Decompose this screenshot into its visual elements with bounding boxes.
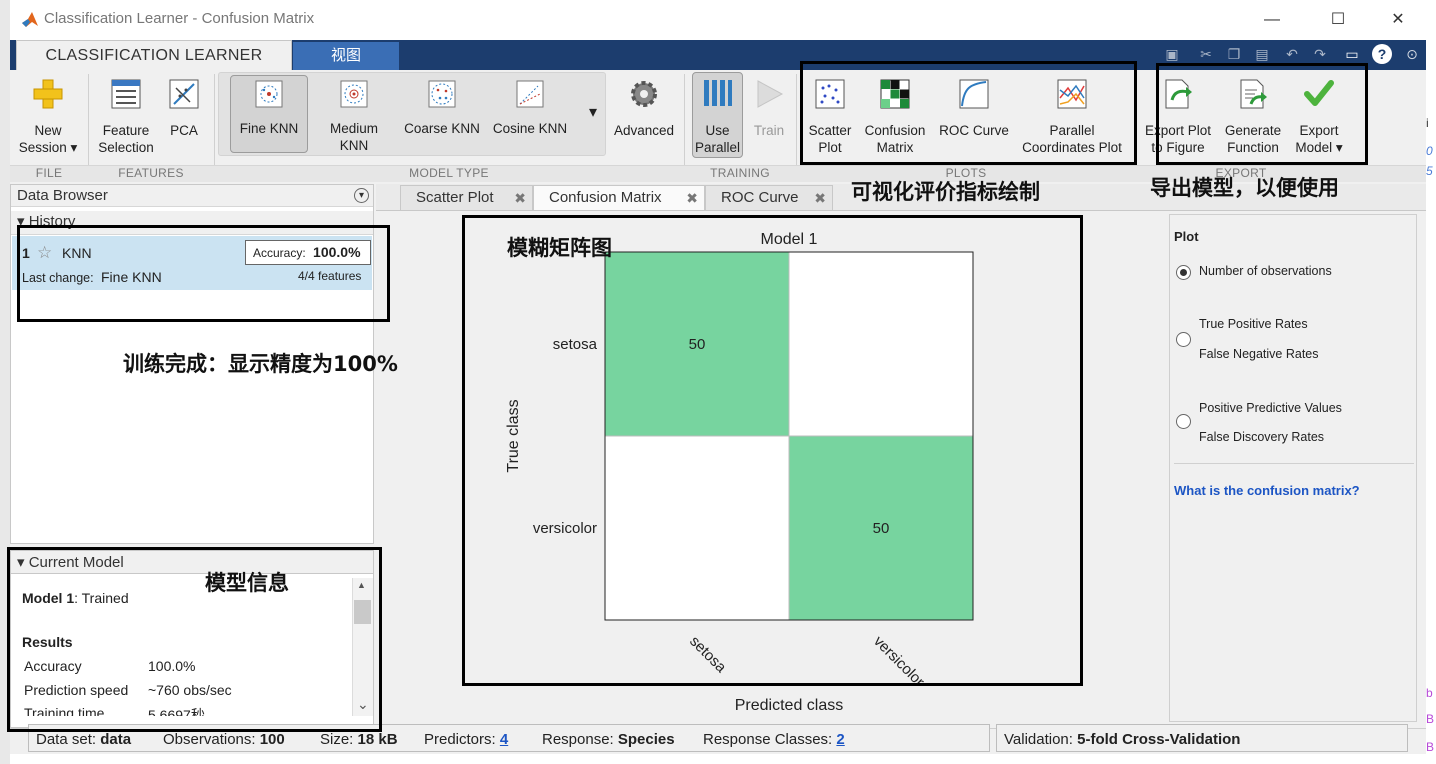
predictors-status: Predictors: 4 xyxy=(424,731,509,748)
panel-divider xyxy=(1174,463,1414,464)
minimize-button[interactable]: — xyxy=(1252,6,1292,34)
paste-icon[interactable]: ▤ xyxy=(1252,44,1272,64)
accuracy-caption: 训练完成：显示精度为100% xyxy=(123,352,398,376)
fine-knn-button[interactable]: Fine KNN xyxy=(230,76,308,152)
help-icon[interactable]: ? xyxy=(1372,44,1392,64)
section-features: FEATURES xyxy=(118,166,184,180)
data-browser-header: Data Browser ▾ xyxy=(11,185,373,207)
title-bar: Classification Learner - Confusion Matri… xyxy=(10,0,1426,40)
close-tab-icon[interactable]: ✖ xyxy=(686,186,698,210)
coarse-knn-button[interactable]: Coarse KNN xyxy=(400,76,484,156)
plot-options-heading: Plot xyxy=(1174,229,1199,244)
export-caption: 导出模型，以便使用 xyxy=(1150,176,1339,200)
model-info-caption: 模型信息 xyxy=(205,571,289,595)
cosine-knn-icon xyxy=(516,80,544,108)
data-browser-menu-button[interactable]: ▾ xyxy=(354,188,369,203)
edge-fragment: 5 xyxy=(1426,164,1433,178)
dataset-status: Data set: data xyxy=(36,731,132,748)
confusion-matrix-help-link[interactable]: What is the confusion matrix? xyxy=(1174,483,1360,498)
x-axis-label: Predicted class xyxy=(735,697,844,714)
radio-true-positive-rates[interactable] xyxy=(1176,332,1191,347)
play-icon xyxy=(757,80,784,108)
tab-scatter-plot[interactable]: Scatter Plot ✖ xyxy=(400,185,533,210)
plus-icon xyxy=(33,79,63,109)
medium-knn-button[interactable]: Medium KNN xyxy=(318,76,390,156)
feature-list-icon xyxy=(111,79,141,109)
option-label: True Positive Rates xyxy=(1199,317,1308,331)
radio-number-of-observations[interactable] xyxy=(1176,265,1191,280)
cosine-knn-button[interactable]: Cosine KNN xyxy=(488,76,572,156)
redo-icon[interactable]: ↷ xyxy=(1310,44,1330,64)
parallel-bars-icon xyxy=(704,80,732,106)
gear-icon xyxy=(631,81,657,107)
advanced-button[interactable]: Advanced xyxy=(610,76,678,158)
copy-icon[interactable]: ❐ xyxy=(1224,44,1244,64)
plot-options-panel: Plot Number of observations True Positiv… xyxy=(1169,214,1417,722)
tab-confusion-matrix[interactable]: Confusion Matrix ✖ xyxy=(533,185,705,210)
close-tab-icon[interactable]: ✖ xyxy=(814,186,826,210)
option-label: False Negative Rates xyxy=(1199,347,1319,361)
response-classes-status: Response Classes: 2 xyxy=(703,731,845,748)
section-model-type: MODEL TYPE xyxy=(409,166,489,180)
section-file: FILE xyxy=(35,166,63,180)
bottom-strip xyxy=(10,754,1426,764)
history-annotation-box xyxy=(17,225,390,322)
tab-roc-curve[interactable]: ROC Curve ✖ xyxy=(705,185,833,210)
edge-fragment: B xyxy=(1426,740,1435,754)
data-browser-title: Data Browser xyxy=(17,187,108,204)
matrix-annotation-box xyxy=(462,215,1083,686)
size-status: Size: 18 kB xyxy=(320,731,398,748)
edge-fragment: 0 xyxy=(1426,144,1433,158)
observations-status: Observations: 100 xyxy=(163,731,285,748)
desktop-right-edge: i 0 5 b B B xyxy=(1426,0,1436,764)
response-classes-link[interactable]: 2 xyxy=(836,731,844,748)
minimize-ribbon-icon[interactable]: ⊙ xyxy=(1402,44,1422,64)
feature-selection-button[interactable]: Feature Selection xyxy=(94,76,158,158)
edge-fragment: i xyxy=(1426,116,1429,130)
gallery-more-button[interactable]: ▾ xyxy=(582,104,604,126)
pca-button[interactable]: PCA xyxy=(160,76,208,158)
validation-status: Validation: 5-fold Cross-Validation xyxy=(1004,731,1241,748)
close-button[interactable]: ✕ xyxy=(1378,6,1418,34)
undo-icon[interactable]: ↶ xyxy=(1282,44,1302,64)
new-session-button[interactable]: New Session ▾ xyxy=(16,76,80,158)
switch-windows-icon[interactable]: ▭ xyxy=(1342,44,1362,64)
section-training: TRAINING xyxy=(710,166,770,180)
use-parallel-button[interactable]: Use Parallel xyxy=(692,76,743,158)
edge-fragment: b xyxy=(1426,686,1433,700)
medium-knn-icon xyxy=(340,80,368,108)
model-info-annotation-box xyxy=(7,547,382,732)
close-tab-icon[interactable]: ✖ xyxy=(514,186,526,210)
cut-icon[interactable]: ✂ xyxy=(1196,44,1216,64)
edge-fragment: B xyxy=(1426,712,1435,726)
maximize-button[interactable]: ☐ xyxy=(1318,6,1358,34)
predictors-link[interactable]: 4 xyxy=(500,731,508,748)
window-title: Classification Learner - Confusion Matri… xyxy=(44,10,315,27)
save-icon[interactable]: ▣ xyxy=(1162,44,1182,64)
tab-view[interactable]: 视图 xyxy=(293,42,399,70)
pca-icon xyxy=(169,79,199,109)
option-label: False Discovery Rates xyxy=(1199,430,1325,444)
fine-knn-icon xyxy=(255,80,283,108)
export-annotation-box xyxy=(1156,63,1368,165)
plots-annotation-box xyxy=(800,61,1137,165)
option-label: Positive Predictive Values xyxy=(1199,401,1342,415)
response-status: Response: Species xyxy=(542,731,675,748)
coarse-knn-icon xyxy=(428,80,456,108)
option-label: Number of observations xyxy=(1199,264,1332,278)
matlab-logo-icon xyxy=(22,12,38,27)
tab-classification-learner[interactable]: CLASSIFICATION LEARNER xyxy=(16,40,292,70)
matrix-caption: 模糊矩阵图 xyxy=(507,236,612,260)
train-button[interactable]: Train xyxy=(748,76,790,158)
plots-caption: 可视化评价指标绘制 xyxy=(851,180,1040,204)
radio-positive-predictive-values[interactable] xyxy=(1176,414,1191,429)
